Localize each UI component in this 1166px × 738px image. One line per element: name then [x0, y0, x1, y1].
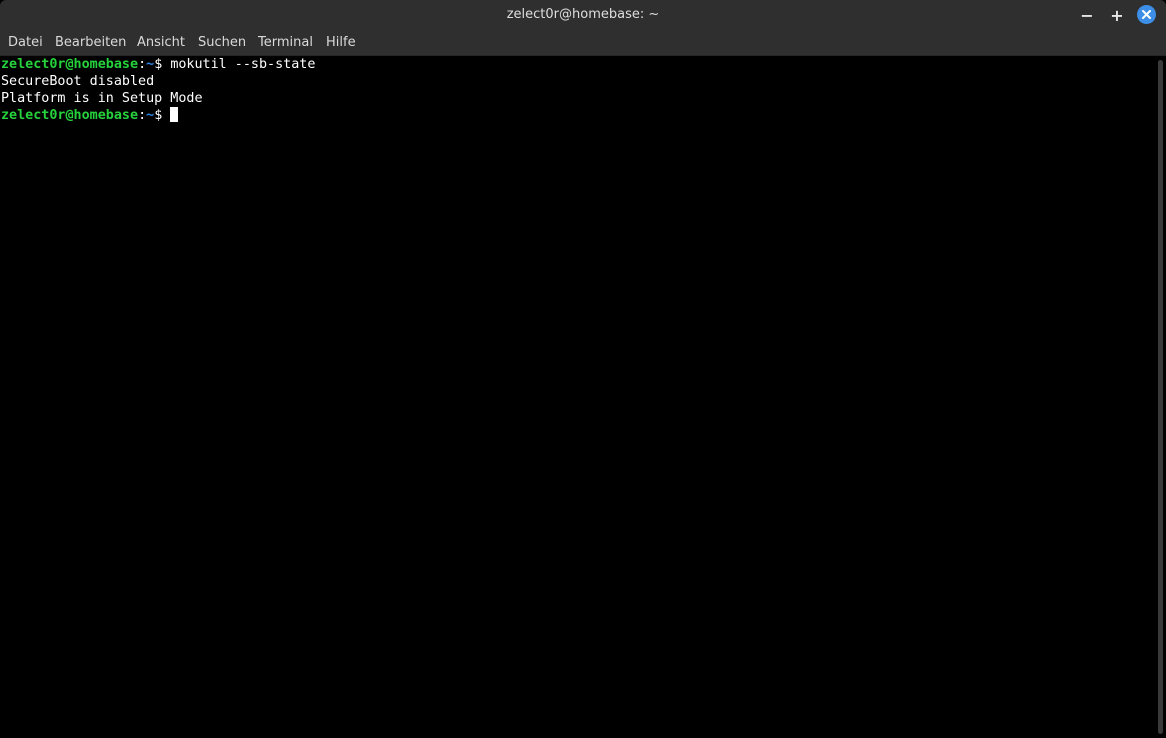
terminal-line: zelect0r@homebase:~$: [1, 107, 179, 124]
menu-datei[interactable]: Datei: [8, 30, 43, 55]
minimize-button[interactable]: −: [1077, 5, 1097, 25]
prompt-path: ~: [146, 57, 155, 72]
terminal-line: zelect0r@homebase:~$ mokutil --sb-state: [1, 56, 315, 73]
prompt-sigil: $: [154, 108, 171, 123]
text-cursor: [170, 107, 179, 122]
menu-suchen[interactable]: Suchen: [198, 30, 246, 55]
menu-hilfe[interactable]: Hilfe: [326, 30, 356, 55]
menu-terminal[interactable]: Terminal: [258, 30, 313, 55]
prompt-path: ~: [146, 108, 155, 123]
maximize-button[interactable]: +: [1107, 5, 1127, 25]
close-button[interactable]: [1137, 5, 1156, 24]
vertical-scrollbar[interactable]: [1156, 56, 1166, 738]
command-text: mokutil --sb-state: [170, 57, 316, 72]
title-bar[interactable]: zelect0r@homebase: ~ − +: [0, 0, 1166, 30]
close-icon: [1142, 10, 1151, 19]
prompt-user-host: zelect0r@homebase: [1, 57, 139, 72]
menu-ansicht[interactable]: Ansicht: [137, 30, 185, 55]
menu-bar: Datei Bearbeiten Ansicht Suchen Terminal…: [0, 30, 1166, 56]
prompt-user-host: zelect0r@homebase: [1, 108, 139, 123]
terminal-output[interactable]: zelect0r@homebase:~$ mokutil --sb-state …: [0, 56, 1156, 738]
menu-bearbeiten[interactable]: Bearbeiten: [55, 30, 126, 55]
terminal-line: Platform is in Setup Mode: [1, 91, 203, 106]
prompt-separator: :: [138, 57, 147, 72]
scrollbar-thumb[interactable]: [1158, 60, 1163, 734]
prompt-sigil: $: [154, 57, 171, 72]
terminal-window: zelect0r@homebase: ~ − + Datei Bearbeite…: [0, 0, 1166, 738]
prompt-separator: :: [138, 108, 147, 123]
terminal-line: SecureBoot disabled: [1, 74, 155, 89]
window-title: zelect0r@homebase: ~: [506, 7, 660, 22]
